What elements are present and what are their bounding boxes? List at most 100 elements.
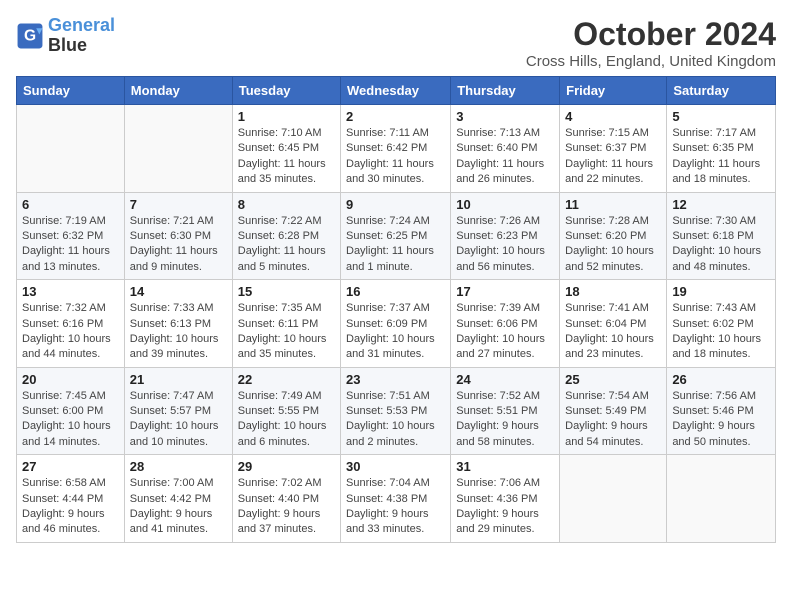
day-info: Sunrise: 7:41 AM Sunset: 6:04 PM Dayligh… xyxy=(565,301,661,363)
calendar-cell xyxy=(560,455,667,543)
calendar-week-1: 1 Sunrise: 7:10 AM Sunset: 6:45 PM Daylig… xyxy=(17,105,776,193)
calendar-cell: 5 Sunrise: 7:17 AM Sunset: 6:35 PM Daylig… xyxy=(667,105,776,193)
day-info: Sunrise: 7:30 AM Sunset: 6:18 PM Dayligh… xyxy=(672,214,770,276)
day-info: Sunrise: 7:02 AM Sunset: 4:40 PM Dayligh… xyxy=(238,476,335,538)
calendar-week-3: 13 Sunrise: 7:32 AM Sunset: 6:16 PM Dayli… xyxy=(17,280,776,368)
day-number: 26 xyxy=(672,372,770,387)
calendar-cell: 16Sunrise: 7:37 AM Sunset: 6:09 PM Dayli… xyxy=(341,280,451,368)
location-title: Cross Hills, England, United Kingdom xyxy=(526,53,776,70)
calendar-cell: 15 Sunrise: 7:35 AM Sunset: 6:11 PM Dayli… xyxy=(232,280,340,368)
day-number: 1 xyxy=(238,109,335,124)
header-wednesday: Wednesday xyxy=(341,77,451,105)
day-info: Sunrise: 7:28 AM Sunset: 6:20 PM Dayligh… xyxy=(565,214,661,276)
day-number: 25 xyxy=(565,372,661,387)
calendar-cell: 6 Sunrise: 7:19 AM Sunset: 6:32 PM Daylig… xyxy=(17,192,125,280)
calendar-cell: 30 Sunrise: 7:04 AM Sunset: 4:38 PM Dayli… xyxy=(341,455,451,543)
day-info: Sunrise: 7:52 AM Sunset: 5:51 PM Dayligh… xyxy=(456,389,554,451)
calendar-cell xyxy=(124,105,232,193)
day-number: 18 xyxy=(565,284,661,299)
calendar-cell: 14 Sunrise: 7:33 AM Sunset: 6:13 PM Dayli… xyxy=(124,280,232,368)
day-number: 20 xyxy=(22,372,119,387)
calendar-cell: 27 Sunrise: 6:58 AM Sunset: 4:44 PM Dayli… xyxy=(17,455,125,543)
day-info: Sunrise: 7:04 AM Sunset: 4:38 PM Dayligh… xyxy=(346,476,445,538)
header-friday: Friday xyxy=(560,77,667,105)
calendar-cell: 19Sunrise: 7:43 AM Sunset: 6:02 PM Dayli… xyxy=(667,280,776,368)
header-tuesday: Tuesday xyxy=(232,77,340,105)
calendar-cell: 20 Sunrise: 7:45 AM Sunset: 6:00 PM Dayli… xyxy=(17,367,125,455)
day-info: Sunrise: 7:35 AM Sunset: 6:11 PM Dayligh… xyxy=(238,301,335,363)
day-number: 12 xyxy=(672,197,770,212)
svg-text:G: G xyxy=(24,27,36,44)
day-number: 22 xyxy=(238,372,335,387)
calendar-cell: 29 Sunrise: 7:02 AM Sunset: 4:40 PM Dayli… xyxy=(232,455,340,543)
calendar-table: SundayMondayTuesdayWednesdayThursdayFrid… xyxy=(16,76,776,543)
day-number: 13 xyxy=(22,284,119,299)
calendar-cell: 22Sunrise: 7:49 AM Sunset: 5:55 PM Dayli… xyxy=(232,367,340,455)
day-info: Sunrise: 7:10 AM Sunset: 6:45 PM Dayligh… xyxy=(238,126,335,188)
day-number: 28 xyxy=(130,459,227,474)
calendar-cell xyxy=(17,105,125,193)
day-info: Sunrise: 7:56 AM Sunset: 5:46 PM Dayligh… xyxy=(672,389,770,451)
calendar-cell: 1 Sunrise: 7:10 AM Sunset: 6:45 PM Daylig… xyxy=(232,105,340,193)
day-number: 16 xyxy=(346,284,445,299)
calendar-cell: 18 Sunrise: 7:41 AM Sunset: 6:04 PM Dayli… xyxy=(560,280,667,368)
day-number: 5 xyxy=(672,109,770,124)
logo-icon: G xyxy=(16,22,44,50)
calendar-cell: 9Sunrise: 7:24 AM Sunset: 6:25 PM Daylig… xyxy=(341,192,451,280)
day-number: 3 xyxy=(456,109,554,124)
calendar-header-row: SundayMondayTuesdayWednesdayThursdayFrid… xyxy=(17,77,776,105)
day-info: Sunrise: 7:19 AM Sunset: 6:32 PM Dayligh… xyxy=(22,214,119,276)
day-info: Sunrise: 7:17 AM Sunset: 6:35 PM Dayligh… xyxy=(672,126,770,188)
day-info: Sunrise: 7:33 AM Sunset: 6:13 PM Dayligh… xyxy=(130,301,227,363)
day-info: Sunrise: 7:00 AM Sunset: 4:42 PM Dayligh… xyxy=(130,476,227,538)
day-number: 14 xyxy=(130,284,227,299)
calendar-cell: 3Sunrise: 7:13 AM Sunset: 6:40 PM Daylig… xyxy=(451,105,560,193)
day-number: 30 xyxy=(346,459,445,474)
day-number: 29 xyxy=(238,459,335,474)
day-info: Sunrise: 7:11 AM Sunset: 6:42 PM Dayligh… xyxy=(346,126,445,188)
day-info: Sunrise: 7:26 AM Sunset: 6:23 PM Dayligh… xyxy=(456,214,554,276)
calendar-cell: 8Sunrise: 7:22 AM Sunset: 6:28 PM Daylig… xyxy=(232,192,340,280)
day-info: Sunrise: 7:39 AM Sunset: 6:06 PM Dayligh… xyxy=(456,301,554,363)
day-info: Sunrise: 7:21 AM Sunset: 6:30 PM Dayligh… xyxy=(130,214,227,276)
calendar-cell: 2Sunrise: 7:11 AM Sunset: 6:42 PM Daylig… xyxy=(341,105,451,193)
calendar-cell: 13 Sunrise: 7:32 AM Sunset: 6:16 PM Dayli… xyxy=(17,280,125,368)
day-info: Sunrise: 7:54 AM Sunset: 5:49 PM Dayligh… xyxy=(565,389,661,451)
day-number: 23 xyxy=(346,372,445,387)
day-number: 27 xyxy=(22,459,119,474)
day-number: 6 xyxy=(22,197,119,212)
day-info: Sunrise: 7:47 AM Sunset: 5:57 PM Dayligh… xyxy=(130,389,227,451)
header-monday: Monday xyxy=(124,77,232,105)
header-sunday: Sunday xyxy=(17,77,125,105)
day-info: Sunrise: 7:32 AM Sunset: 6:16 PM Dayligh… xyxy=(22,301,119,363)
day-number: 15 xyxy=(238,284,335,299)
calendar-cell: 7Sunrise: 7:21 AM Sunset: 6:30 PM Daylig… xyxy=(124,192,232,280)
day-number: 11 xyxy=(565,197,661,212)
logo-name: GeneralBlue xyxy=(48,16,115,56)
calendar-cell: 11 Sunrise: 7:28 AM Sunset: 6:20 PM Dayli… xyxy=(560,192,667,280)
header-saturday: Saturday xyxy=(667,77,776,105)
title-block: October 2024 Cross Hills, England, Unite… xyxy=(526,16,776,70)
calendar-cell: 21Sunrise: 7:47 AM Sunset: 5:57 PM Dayli… xyxy=(124,367,232,455)
calendar-cell: 23 Sunrise: 7:51 AM Sunset: 5:53 PM Dayli… xyxy=(341,367,451,455)
day-number: 10 xyxy=(456,197,554,212)
day-info: Sunrise: 7:06 AM Sunset: 4:36 PM Dayligh… xyxy=(456,476,554,538)
day-info: Sunrise: 7:43 AM Sunset: 6:02 PM Dayligh… xyxy=(672,301,770,363)
logo: G GeneralBlue xyxy=(16,16,115,56)
day-info: Sunrise: 7:45 AM Sunset: 6:00 PM Dayligh… xyxy=(22,389,119,451)
calendar-cell: 10 Sunrise: 7:26 AM Sunset: 6:23 PM Dayli… xyxy=(451,192,560,280)
day-number: 31 xyxy=(456,459,554,474)
day-info: Sunrise: 7:51 AM Sunset: 5:53 PM Dayligh… xyxy=(346,389,445,451)
calendar-cell: 12 Sunrise: 7:30 AM Sunset: 6:18 PM Dayli… xyxy=(667,192,776,280)
day-info: Sunrise: 7:22 AM Sunset: 6:28 PM Dayligh… xyxy=(238,214,335,276)
header: G GeneralBlue October 2024 Cross Hills, … xyxy=(16,16,776,70)
calendar-cell: 4Sunrise: 7:15 AM Sunset: 6:37 PM Daylig… xyxy=(560,105,667,193)
month-title: October 2024 xyxy=(526,16,776,53)
calendar-week-4: 20 Sunrise: 7:45 AM Sunset: 6:00 PM Dayli… xyxy=(17,367,776,455)
calendar-cell xyxy=(667,455,776,543)
calendar-cell: 17Sunrise: 7:39 AM Sunset: 6:06 PM Dayli… xyxy=(451,280,560,368)
calendar-cell: 26 Sunrise: 7:56 AM Sunset: 5:46 PM Dayli… xyxy=(667,367,776,455)
calendar-cell: 31 Sunrise: 7:06 AM Sunset: 4:36 PM Dayli… xyxy=(451,455,560,543)
day-info: Sunrise: 6:58 AM Sunset: 4:44 PM Dayligh… xyxy=(22,476,119,538)
calendar-week-5: 27 Sunrise: 6:58 AM Sunset: 4:44 PM Dayli… xyxy=(17,455,776,543)
